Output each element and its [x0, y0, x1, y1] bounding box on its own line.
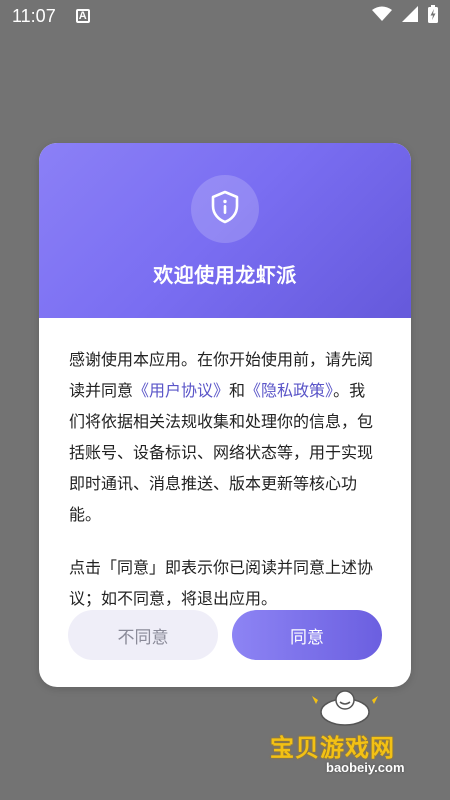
- watermark-url: baobeiy.com: [326, 760, 405, 775]
- dialog-header: 欢迎使用龙虾派: [39, 143, 411, 318]
- status-bar: 11:07 A: [0, 0, 450, 32]
- privacy-policy-link[interactable]: 《隐私政策》: [245, 381, 333, 400]
- watermark-name: 宝贝游戏网: [270, 734, 395, 762]
- dialog-title: 欢迎使用龙虾派: [153, 263, 297, 287]
- shield-info-icon: [210, 190, 240, 228]
- consent-paragraph: 感谢使用本应用。在你开始使用前，请先阅读并同意《用户协议》和《隐私政策》。我们将…: [69, 344, 381, 530]
- decline-button[interactable]: 不同意: [68, 610, 218, 660]
- status-time: 11:07: [12, 5, 56, 26]
- consent-text-2: 和: [229, 381, 246, 400]
- shield-icon-circle: [191, 175, 259, 243]
- dialog-body: 感谢使用本应用。在你开始使用前，请先阅读并同意《用户协议》和《隐私政策》。我们将…: [39, 318, 411, 614]
- consent-note: 点击「同意」即表示你已阅读并同意上述协议；如不同意，将退出应用。: [69, 558, 374, 608]
- privacy-dialog: 欢迎使用龙虾派 感谢使用本应用。在你开始使用前，请先阅读并同意《用户协议》和《隐…: [39, 143, 411, 687]
- accept-button[interactable]: 同意: [232, 610, 382, 660]
- status-bar-right: [372, 4, 438, 28]
- user-agreement-link[interactable]: 《用户协议》: [133, 381, 229, 400]
- cell-signal-icon: [402, 5, 418, 27]
- notification-icon: A: [75, 9, 90, 23]
- watermark: 宝贝游戏网 baobeiy.com: [266, 690, 426, 782]
- status-bar-left: 11:07 A: [12, 6, 90, 27]
- consent-text-3: 。我们将依据相关法规收集和处理你的信息，包括账号、设备标识、网络状态等，用于实现…: [69, 381, 374, 524]
- watermark-logo-icon: [312, 690, 378, 726]
- dialog-buttons: 不同意 同意: [68, 610, 382, 660]
- battery-charging-icon: [428, 4, 438, 28]
- wifi-icon: [372, 6, 392, 27]
